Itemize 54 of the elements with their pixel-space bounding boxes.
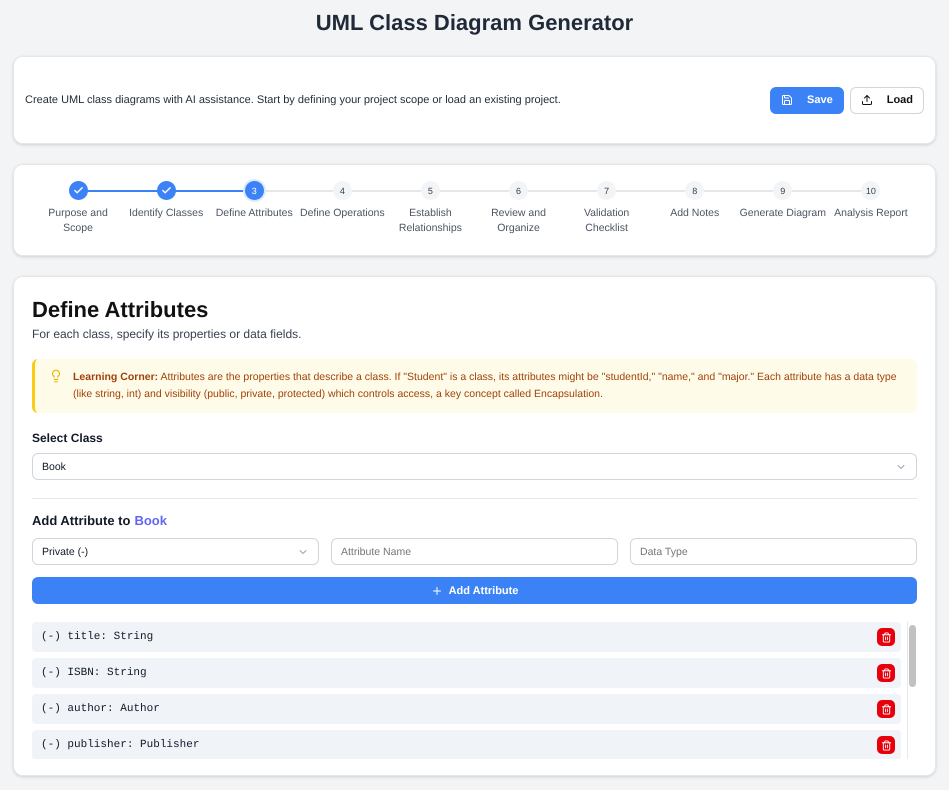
delete-button[interactable] [877, 700, 895, 718]
step-label: Establish Relationships [398, 206, 463, 236]
visibility-select[interactable]: Private (-) [32, 538, 319, 565]
step-indicator[interactable]: 6 [509, 181, 528, 200]
scrollbar[interactable] [907, 622, 917, 759]
step-indicator[interactable]: 7 [597, 181, 616, 200]
delete-button[interactable] [877, 664, 895, 682]
data-type-field[interactable]: Data Type [630, 538, 917, 565]
step-label: Define Operations [300, 206, 385, 221]
step-indicator[interactable]: 9 [773, 181, 792, 200]
lightbulb-icon [49, 369, 63, 383]
load-button[interactable]: Load [850, 86, 924, 114]
add-heading: Add Attribute to [32, 513, 130, 528]
step-label: Identify Classes [129, 206, 204, 221]
step-indicator[interactable]: 3 [244, 181, 264, 200]
check-icon [72, 185, 84, 196]
tip-text: Learning Corner: Attributes are the properties that describe a class. If "Student" is a class, its attributes might be "studentId," "name," and "major." Each attribute has a data type (like string, int) and visibility (public, private, protected) which controls access, a key concept called Encapsulation. [73, 370, 898, 402]
delete-button[interactable] [877, 736, 895, 754]
attribute-text: (-) title: String [41, 631, 154, 643]
plus-icon [430, 584, 443, 596]
trash-icon [880, 668, 892, 678]
step-indicator[interactable]: 5 [420, 181, 440, 200]
step-indicator[interactable] [68, 181, 88, 200]
step-indicator[interactable]: 10 [861, 181, 880, 200]
trash-icon [880, 704, 892, 714]
save-button[interactable]: Save [770, 86, 844, 114]
trash-icon [880, 740, 892, 750]
intro-text: Create UML class diagrams with AI assistance. Start by defining your project scope or load an existing project. [25, 94, 561, 106]
step-indicator[interactable] [156, 181, 176, 200]
attribute-text: (-) author: Author [41, 703, 160, 715]
step-label: Validation Checklist [582, 206, 630, 236]
step-label: Purpose and Scope [47, 206, 109, 236]
step-label: Review and Organize [490, 206, 547, 236]
check-icon [160, 185, 172, 196]
attribute-name-field[interactable]: Attribute Name [331, 538, 618, 565]
class-name: Book [134, 513, 167, 528]
add-attribute-button[interactable]: Add Attribute [32, 577, 917, 604]
step-label: Generate Diagram [740, 206, 826, 221]
class-select[interactable]: Book [32, 453, 917, 480]
delete-button[interactable] [877, 628, 895, 646]
section-heading: Define Attributes [32, 297, 210, 323]
app-title: UML Class Diagram Generator [314, 10, 634, 36]
attribute-text: (-) publisher: Publisher [41, 739, 200, 751]
step-label: Define Attributes [216, 206, 293, 221]
section-subtitle: For each class, specify its properties or data fields. [32, 327, 302, 341]
step-indicator[interactable]: 8 [685, 181, 704, 200]
attribute-text: (-) ISBN: String [41, 667, 147, 679]
upload-icon [860, 94, 873, 106]
step-indicator[interactable]: 4 [332, 181, 352, 200]
save-icon [781, 94, 794, 106]
trash-icon [880, 632, 892, 642]
select-label: Select Class [32, 431, 104, 445]
step-label: Add Notes [670, 206, 720, 221]
step-label: Analysis Report [834, 206, 908, 221]
